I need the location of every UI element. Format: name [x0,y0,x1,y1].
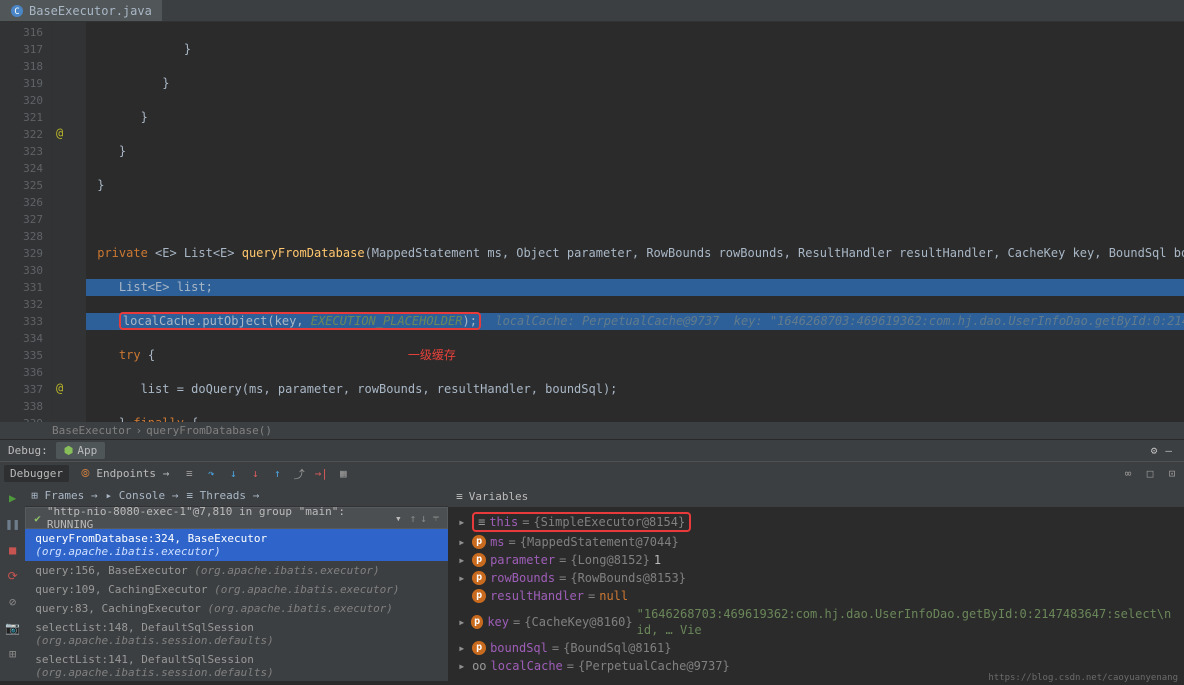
debug-header: Debug: ⬢ App ⚙ — [0,439,1184,461]
run-to-cursor-icon[interactable]: →| [313,466,329,482]
thread-selector[interactable]: ✔ "http-nio-8080-exec-1"@7,810 in group … [25,507,448,529]
param-icon: p [471,615,483,629]
reload-icon[interactable]: ⟳ [8,569,18,583]
debug-rail: ▶ ❚❚ ■ ⟳ ⊘ 📷 ⊞ [0,485,25,681]
param-icon: p [472,571,486,585]
gear-icon[interactable]: ⚙ [1151,444,1158,457]
variables-icon: ≡ [456,490,463,503]
param-icon: p [472,553,486,567]
step-out-icon[interactable]: ↑ [269,466,285,482]
file-tab[interactable]: C BaseExecutor.java [0,0,162,21]
code-area[interactable]: } } } } } private <E> List<E> queryFromD… [86,22,1184,422]
prev-frame-icon[interactable]: ↑ [410,512,417,525]
param-icon: p [472,641,486,655]
var-boundsql[interactable]: ▸p boundSql = {BoundSql@8161} [448,639,1184,657]
inline-hint: localCache: PerpetualCache@9737 key: "16… [495,314,1184,328]
evaluate-icon[interactable]: ▦ [335,466,351,482]
editor-tabs: C BaseExecutor.java [0,0,1184,22]
breadcrumb: BaseExecutor › queryFromDatabase() [0,422,1184,439]
object-icon: ≡ [478,514,485,530]
breadcrumb-class[interactable]: BaseExecutor [52,424,131,437]
at-annotation-icon: @ [56,126,63,140]
camera-icon[interactable]: 📷 [5,621,20,635]
tab-filename: BaseExecutor.java [29,4,152,18]
breadcrumb-method[interactable]: queryFromDatabase() [146,424,272,437]
frames-tabs: ⊞ Frames → ▸ Console → ≡ Threads → [25,485,448,507]
frames-tab[interactable]: ⊞ Frames → [31,489,97,502]
check-icon: ✔ [34,512,41,525]
console-tab[interactable]: ▸ Console → [106,489,179,502]
frame-list[interactable]: queryFromDatabase:324, BaseExecutor (org… [25,529,448,681]
expand-icon[interactable]: ▸ [458,514,468,530]
debug-panes: ▶ ❚❚ ■ ⟳ ⊘ 📷 ⊞ ⊞ Frames → ▸ Console → ≡ … [0,485,1184,681]
drop-frame-icon[interactable]: ⤴ [291,466,307,482]
debug-label: Debug: [8,444,48,457]
step-into-icon[interactable]: ↓ [225,466,241,482]
chevron-right-icon: › [135,424,142,437]
stack-frame[interactable]: query:156, BaseExecutor (org.apache.ibat… [25,561,448,580]
link-icon[interactable]: ∞ [1120,466,1136,482]
threads-tab[interactable]: ≡ Threads → [186,489,259,502]
stack-frame[interactable]: queryFromDatabase:324, BaseExecutor (org… [25,529,448,561]
param-icon: p [472,589,486,603]
endpoints-tab[interactable]: ⦾ Endpoints → [75,465,175,483]
debug-app[interactable]: ⬢ App [56,442,105,459]
var-resulthandler[interactable]: p resultHandler = null [448,587,1184,605]
stack-frame[interactable]: query:109, CachingExecutor (org.apache.i… [25,580,448,599]
layout-icon[interactable]: ⊞ [9,647,16,661]
endpoints-icon: ⦾ [81,467,90,480]
debug-toolbar: Debugger ⦾ Endpoints → ≡ ↷ ↓ ↓ ↑ ⤴ →| ▦ … [0,461,1184,485]
minimize-icon[interactable]: — [1165,444,1172,457]
java-class-icon: C [10,4,24,18]
var-parameter[interactable]: ▸p parameter = {Long@8152} 1 [448,551,1184,569]
filter-icon[interactable]: ⫧ [433,511,439,525]
step-over-icon[interactable]: ↷ [203,466,219,482]
var-rowbounds[interactable]: ▸p rowBounds = {RowBounds@8153} [448,569,1184,587]
stack-frame[interactable]: query:83, CachingExecutor (org.apache.ib… [25,599,448,618]
next-frame-icon[interactable]: ↓ [420,512,427,525]
settings-icon[interactable]: □ [1142,466,1158,482]
var-ms[interactable]: ▸p ms = {MappedStatement@7044} [448,533,1184,551]
code-editor[interactable]: 316317318 319320321 322323324 325326327 … [0,22,1184,422]
variables-header: ≡ Variables [448,485,1184,507]
pin-icon[interactable]: ⊡ [1164,466,1180,482]
watermark: https://blog.csdn.net/caoyuanyenang [988,673,1178,683]
svg-text:C: C [14,7,19,17]
cache-annotation: 一级缓存 [408,348,456,362]
debugger-tab[interactable]: Debugger [4,465,69,482]
bug-icon: ⬢ [64,444,74,457]
stop-icon[interactable]: ■ [9,543,16,557]
param-icon: p [472,535,486,549]
threads-icon[interactable]: ≡ [181,466,197,482]
fold-column[interactable] [72,22,86,422]
force-step-into-icon[interactable]: ↓ [247,466,263,482]
line-gutter: 316317318 319320321 322323324 325326327 … [0,22,52,422]
variables-pane: ≡ Variables ▸ ≡ this = {SimpleExecutor@8… [448,485,1184,681]
view-breakpoints-icon[interactable]: ⊘ [9,595,16,609]
var-this[interactable]: ▸ ≡ this = {SimpleExecutor@8154} [448,511,1184,533]
at-annotation-icon: @ [56,381,63,395]
resume-icon[interactable]: ▶ [9,491,16,505]
breakpoint-gutter[interactable]: @ @ [52,22,72,422]
infinity-icon: oo [472,658,486,674]
stack-frame[interactable]: selectList:141, DefaultSqlSession (org.a… [25,650,448,681]
pause-icon[interactable]: ❚❚ [5,517,19,531]
stack-frame[interactable]: selectList:148, DefaultSqlSession (org.a… [25,618,448,650]
dropdown-icon: ▾ [395,512,402,525]
var-key[interactable]: ▸p key = {CacheKey@8160} "1646268703:469… [448,605,1184,639]
frames-pane: ⊞ Frames → ▸ Console → ≡ Threads → ✔ "ht… [25,485,448,681]
variables-tree[interactable]: ▸ ≡ this = {SimpleExecutor@8154} ▸p ms =… [448,507,1184,681]
